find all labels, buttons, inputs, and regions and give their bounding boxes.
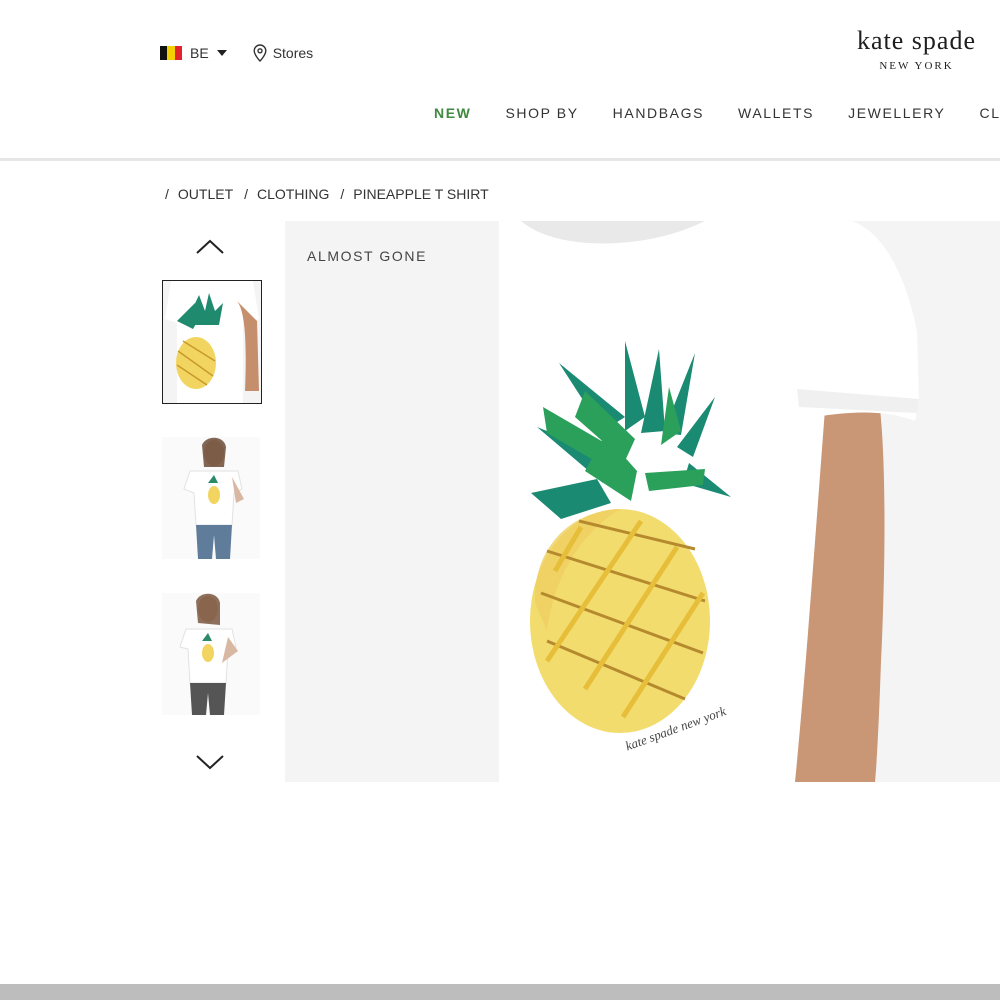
logo-subline: NEW YORK — [879, 60, 954, 72]
breadcrumb-separator: / — [165, 186, 169, 202]
breadcrumb-separator: / — [340, 186, 345, 202]
nav-item-wallets[interactable]: WALLETS — [738, 105, 814, 121]
pineapple-tshirt-image: kate spade new york — [285, 221, 1000, 782]
thumbnail-model-pose[interactable] — [162, 593, 260, 715]
bottom-scrollbar[interactable] — [0, 984, 1000, 1000]
breadcrumb: / OUTLET / CLOTHING / PINEAPPLE T SHIRT — [165, 186, 500, 202]
stores-label: Stores — [272, 45, 314, 61]
main-nav: NEW SHOP BY HANDBAGS WALLETS JEWELLERY C… — [434, 105, 1000, 121]
country-selector[interactable]: BE — [190, 45, 209, 61]
product-main-image[interactable]: kate spade new york — [285, 221, 1000, 782]
brand-logo[interactable]: kate spade NEW YORK — [857, 26, 976, 72]
breadcrumb-clothing[interactable]: CLOTHING — [257, 186, 329, 202]
locale-bar: BE Stores — [160, 44, 313, 62]
nav-item-shop-by[interactable]: SHOP BY — [505, 105, 578, 121]
nav-item-handbags[interactable]: HANDBAGS — [613, 105, 704, 121]
nav-item-new[interactable]: NEW — [434, 105, 471, 121]
caret-down-icon[interactable] — [216, 50, 227, 56]
model-thumbnail-image — [162, 437, 260, 559]
breadcrumb-outlet[interactable]: OUTLET — [178, 186, 233, 202]
tshirt-thumbnail-image — [163, 281, 261, 403]
stores-link[interactable]: Stores — [253, 44, 313, 62]
nav-item-clothing[interactable]: CLOT — [980, 105, 1000, 121]
location-pin-icon — [253, 44, 267, 62]
logo-wordmark: kate spade — [856, 26, 976, 55]
nav-item-jewellery[interactable]: JEWELLERY — [848, 105, 945, 121]
belgium-flag-icon — [160, 46, 182, 60]
thumbnail-model-full[interactable] — [162, 437, 260, 559]
chevron-up-icon[interactable] — [195, 237, 225, 257]
chevron-down-icon[interactable] — [195, 752, 225, 772]
site-header: BE Stores kate spade NEW YORK NEW SHOP B… — [0, 0, 1000, 161]
thumbnail-front-view[interactable] — [162, 280, 262, 404]
breadcrumb-current: PINEAPPLE T SHIRT — [353, 186, 489, 202]
model-pose-thumbnail-image — [162, 593, 260, 715]
almost-gone-badge: ALMOST GONE — [307, 248, 428, 264]
breadcrumb-separator: / — [244, 186, 249, 202]
